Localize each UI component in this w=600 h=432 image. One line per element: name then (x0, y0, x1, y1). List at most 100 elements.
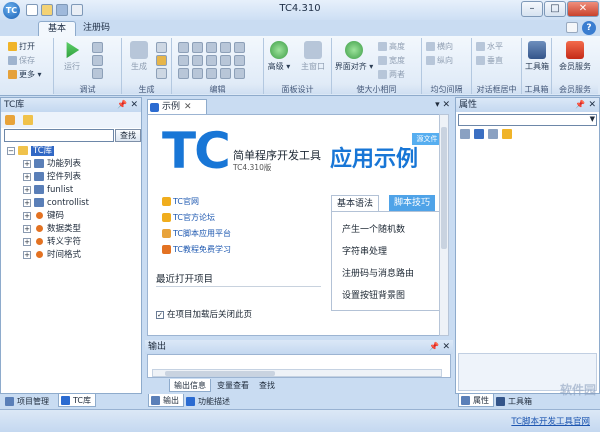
tip-item[interactable]: 产生一个随机数 (342, 222, 405, 235)
collapse-icon[interactable]: − (7, 146, 15, 155)
scrollbar-thumb[interactable] (165, 371, 275, 376)
cut-icon[interactable] (178, 42, 189, 53)
more-button[interactable]: 更多 ▾ (8, 69, 42, 80)
tree-item[interactable]: + 转义字符 (23, 236, 81, 249)
tree-item[interactable]: + 功能列表 (23, 158, 81, 171)
expand-icon[interactable]: + (23, 211, 31, 220)
official-site-link[interactable]: TC脚本开发工具官网 (511, 415, 590, 427)
same-width-button[interactable]: 宽度 (378, 55, 405, 66)
redo-icon[interactable] (192, 55, 203, 66)
save-button[interactable]: 保存 (8, 55, 35, 66)
tree-item[interactable]: + controllist (23, 197, 89, 210)
library-search-input[interactable] (4, 129, 114, 142)
stop-icon[interactable] (92, 55, 103, 66)
settings-icon[interactable] (156, 68, 167, 79)
comment-icon[interactable] (206, 68, 217, 79)
checkbox-checked-icon[interactable]: ✓ (156, 310, 164, 319)
link-tc-forum[interactable]: TC官方论坛 (162, 211, 215, 224)
link-tc-platform[interactable]: TC脚本应用平台 (162, 227, 231, 240)
select-all-icon[interactable] (234, 42, 245, 53)
pin-icon[interactable]: 📌 (117, 98, 127, 112)
tab-basic[interactable]: 基本 (38, 21, 77, 36)
tab-script-tips[interactable]: 脚本技巧 (389, 195, 436, 211)
events-icon[interactable] (502, 129, 512, 139)
scrollbar-thumb[interactable] (441, 127, 447, 249)
tab-function-description[interactable]: 功能描述 (184, 395, 234, 408)
expand-icon[interactable]: + (23, 172, 31, 181)
source-badge[interactable]: 源文件 (412, 133, 442, 145)
copy-icon[interactable] (192, 42, 203, 53)
expand-icon[interactable]: + (23, 250, 31, 259)
replace-icon[interactable] (220, 55, 231, 66)
tab-register-code[interactable]: 注册码 (74, 21, 119, 36)
space-vertical-button[interactable]: 纵向 (426, 55, 453, 66)
tab-properties[interactable]: 属性 (458, 394, 494, 407)
tab-tc-library[interactable]: TC库 (58, 394, 97, 407)
vip-button[interactable]: 会员服务 (556, 41, 594, 72)
tab-find[interactable]: 查找 (255, 379, 279, 392)
object-select[interactable]: ▼ (458, 114, 597, 126)
chevron-down-icon[interactable]: ▼ (590, 115, 595, 123)
tree-item[interactable]: + 控件列表 (23, 171, 81, 184)
open-button[interactable]: 打开 (8, 41, 35, 52)
uncomment-icon[interactable] (220, 68, 231, 79)
undo-icon[interactable] (178, 55, 189, 66)
tab-variable-view[interactable]: 变量查看 (213, 379, 253, 392)
minimize-button[interactable]: – (521, 1, 543, 17)
close-icon[interactable]: ✕ (442, 340, 450, 354)
expand-icon[interactable]: + (23, 237, 31, 246)
tree-root[interactable]: − TC库 (7, 145, 55, 158)
same-height-button[interactable]: 高度 (378, 41, 405, 52)
maximize-button[interactable]: □ (544, 1, 566, 17)
tab-examples[interactable]: 示例 ✕ (147, 99, 207, 114)
build-button[interactable]: 生成 (126, 41, 152, 72)
center-horizontal-button[interactable]: 水平 (476, 41, 503, 52)
indent-icon[interactable] (178, 68, 189, 79)
expand-icon[interactable]: + (23, 159, 31, 168)
close-tab-icon[interactable]: ✕ (184, 102, 192, 112)
folder-icon[interactable] (23, 115, 33, 125)
find-icon[interactable] (206, 55, 217, 66)
close-button[interactable]: ✕ (567, 1, 599, 17)
advanced-button[interactable]: 高级 ▾ (266, 41, 292, 72)
publish-icon[interactable] (156, 55, 167, 66)
properties-icon[interactable] (488, 129, 498, 139)
tip-item[interactable]: 设置按钮背景图 (342, 288, 405, 301)
space-horizontal-button[interactable]: 横向 (426, 41, 453, 52)
library-search-button[interactable]: 查找 (115, 129, 141, 142)
pause-icon[interactable] (92, 42, 103, 53)
delete-icon[interactable] (220, 42, 231, 53)
close-icon[interactable]: ✕ (588, 98, 596, 112)
tree-item[interactable]: + 键码 (23, 210, 64, 223)
tab-toolbox[interactable]: 工具箱 (494, 395, 536, 408)
tab-output-info[interactable]: 输出信息 (169, 379, 211, 392)
tab-project-manager[interactable]: 项目管理 (3, 395, 53, 408)
key-icon[interactable] (5, 115, 15, 125)
expand-icon[interactable]: + (23, 198, 31, 207)
categorized-icon[interactable] (460, 129, 470, 139)
main-window-button[interactable]: 主窗口 (296, 41, 330, 72)
document-scrollbar[interactable] (439, 114, 449, 336)
sort-alpha-icon[interactable] (474, 129, 484, 139)
tab-output[interactable]: 输出 (148, 394, 184, 407)
same-both-button[interactable]: 两者 (378, 69, 405, 80)
pin-icon[interactable]: 📌 (429, 340, 439, 354)
close-after-load-checkbox[interactable]: ✓ 在项目加载后关闭此页 (156, 308, 252, 320)
paste-icon[interactable] (206, 42, 217, 53)
format-icon[interactable] (234, 68, 245, 79)
tab-basic-syntax[interactable]: 基本语法 (331, 195, 380, 211)
close-icon[interactable]: ✕ (130, 98, 138, 112)
output-horizontal-scrollbar[interactable] (152, 369, 442, 377)
expand-icon[interactable]: + (23, 185, 31, 194)
center-vertical-button[interactable]: 垂直 (476, 55, 503, 66)
step-icon[interactable] (92, 68, 103, 79)
compile-icon[interactable] (156, 42, 167, 53)
tree-item[interactable]: + 数据类型 (23, 223, 81, 236)
expand-icon[interactable]: + (23, 224, 31, 233)
toolbox-button[interactable]: 工具箱 (524, 41, 550, 72)
bookmark-icon[interactable] (234, 55, 245, 66)
run-button[interactable]: 运行 (60, 41, 84, 72)
pin-icon[interactable]: 📌 (575, 98, 585, 112)
tip-item[interactable]: 注册码与消息路由 (342, 266, 414, 279)
tip-item[interactable]: 字符串处理 (342, 244, 387, 257)
